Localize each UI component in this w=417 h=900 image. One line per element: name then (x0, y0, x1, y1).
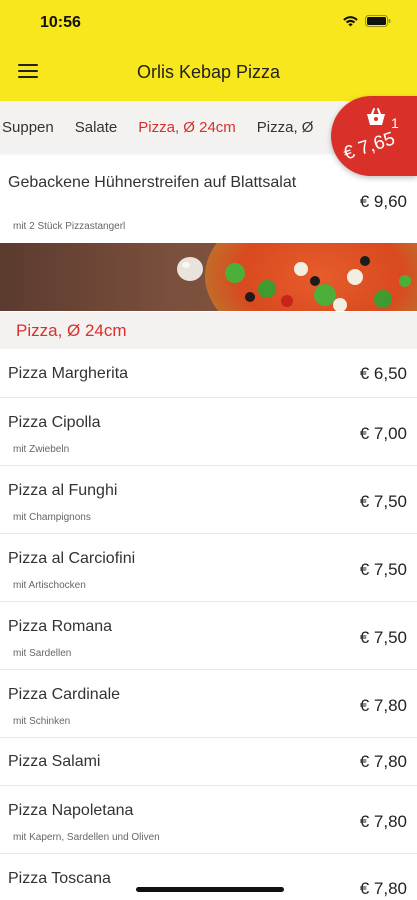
item-name: Pizza Salami (8, 753, 101, 770)
item-name: Pizza Margherita (8, 365, 129, 382)
item-name: Gebackene Hühnerstreifen auf Blattsalat (8, 174, 297, 191)
item-price: € 7,80 (359, 879, 407, 898)
menu-item[interactable]: Pizza Cardinale mit Schinken € 7,80 (0, 670, 417, 738)
item-name: Pizza al Carciofini (8, 550, 136, 567)
section-title: Pizza, Ø 24cm (16, 321, 127, 340)
item-name: Pizza Toscana (8, 870, 111, 887)
item-name: Pizza Cipolla (8, 414, 101, 431)
status-time: 10:56 (40, 14, 81, 31)
tab-suppen[interactable]: Suppen (2, 119, 64, 136)
item-description: mit 2 Stück Pizzastangerl (13, 221, 126, 232)
menu-item[interactable]: Pizza Salami € 7,80 (0, 738, 417, 786)
pizza-banner-image (0, 243, 417, 311)
section-header: Pizza, Ø 24cm (0, 312, 417, 349)
wifi-icon (342, 15, 359, 27)
menu-item[interactable]: Pizza Cipolla mit Zwiebeln € 7,00 (0, 398, 417, 466)
item-description: mit Sardellen (13, 648, 72, 659)
menu-item[interactable]: Pizza al Funghi mit Champignons € 7,50 (0, 466, 417, 534)
item-description: mit Kapern, Sardellen und Oliven (13, 832, 160, 843)
status-icons (342, 15, 391, 27)
tab-salate[interactable]: Salate (75, 119, 128, 136)
item-price: € 7,50 (359, 492, 407, 511)
menu-item[interactable]: Pizza al Carciofini mit Artischocken € 7… (0, 534, 417, 602)
pizza-illustration (205, 243, 417, 311)
item-price: € 7,50 (359, 560, 407, 579)
menu-item-featured[interactable]: Gebackene Hühnerstreifen auf Blattsalat … (0, 161, 417, 243)
cart-total: € 7,65 (340, 128, 398, 165)
item-name: Pizza Napoletana (8, 802, 134, 819)
item-description: mit Artischocken (13, 580, 86, 591)
menu-item[interactable]: Pizza Toscana € 7,80 (0, 854, 417, 900)
menu-item[interactable]: Pizza Margherita € 6,50 (0, 349, 417, 398)
item-price: € 9,60 (359, 192, 407, 211)
menu-item-list: Pizza Margherita € 6,50 Pizza Cipolla mi… (0, 349, 417, 900)
item-price: € 7,80 (359, 812, 407, 831)
mushroom-icon (177, 257, 203, 281)
item-name: Pizza Romana (8, 618, 113, 635)
item-price: € 7,50 (359, 628, 407, 647)
item-description: mit Zwiebeln (13, 444, 70, 455)
tab-pizza-24cm[interactable]: Pizza, Ø 24cm (138, 119, 246, 136)
cart-button[interactable]: 1 € 7,65 (331, 96, 417, 176)
battery-icon (365, 15, 391, 27)
shopping-bag-icon (364, 107, 388, 132)
item-price: € 7,80 (359, 752, 407, 771)
app-header: 10:56 Orlis Kebap Pizza (0, 0, 417, 101)
item-price: € 7,00 (359, 424, 407, 443)
cart-count: 1 (391, 115, 399, 131)
menu-item[interactable]: Pizza Romana mit Sardellen € 7,50 (0, 602, 417, 670)
menu-item[interactable]: Pizza Napoletana mit Kapern, Sardellen u… (0, 786, 417, 854)
item-description: mit Schinken (13, 716, 71, 727)
item-description: mit Champignons (13, 512, 91, 523)
item-name: Pizza al Funghi (8, 482, 118, 499)
tab-pizza-more[interactable]: Pizza, Ø (257, 119, 324, 136)
app-title: Orlis Kebap Pizza (136, 62, 281, 82)
item-price: € 6,50 (359, 364, 407, 383)
item-name: Pizza Cardinale (8, 686, 121, 703)
home-indicator (136, 887, 284, 892)
item-price: € 7,80 (359, 696, 407, 715)
